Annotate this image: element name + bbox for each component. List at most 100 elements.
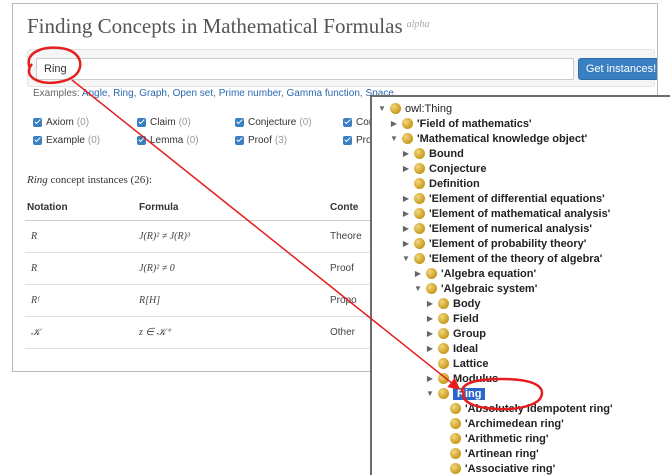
collapse-right-icon[interactable]: ▶ [426,299,434,308]
collapse-right-icon[interactable]: ▶ [402,239,410,248]
tree-node-label: Group [453,327,486,340]
tree-node[interactable]: 'Element of differential equations' [414,191,605,206]
class-icon [450,433,461,444]
checkbox-checked-icon[interactable] [343,136,352,145]
formula-cell: z ∈ 𝒦⁺ [137,316,328,349]
tree-node-label: 'Element of probability theory' [429,237,587,250]
tree-node[interactable]: 'Algebra equation' [426,266,536,281]
class-icon [414,178,425,189]
search-input[interactable] [36,58,574,80]
checkbox-checked-icon[interactable] [235,136,244,145]
filter-label: Proof [248,135,272,146]
filter-checkbox[interactable]: Conjecture (0) [235,117,312,128]
ontology-tree-popup: ▼ owl:Thing ▶ 'Field of mathematics' ▼ 'Mathe… [370,95,670,475]
collapse-right-icon[interactable]: ▶ [402,209,410,218]
tree-node[interactable]: owl:Thing [390,101,452,116]
expand-down-icon[interactable]: ▼ [426,389,434,398]
filter-checkbox[interactable]: Claim (0) [137,117,191,128]
class-icon [450,418,461,429]
collapse-right-icon[interactable]: ▶ [426,344,434,353]
tree-node[interactable]: 'Arithmetic ring' [450,431,548,446]
class-icon [438,358,449,369]
col-notation: Notation [25,196,137,221]
tree-node[interactable]: Lattice [438,356,488,371]
tree-node[interactable]: 'Element of the theory of algebra' [414,251,602,266]
tree-node[interactable]: Bound [414,146,464,161]
class-icon [414,253,425,264]
tree-node-label: Lattice [453,357,489,370]
title-row: Finding Concepts in Mathematical Formula… [27,14,429,39]
example-link[interactable]: Ring [113,88,134,99]
class-icon [438,373,449,384]
tree-node[interactable]: 'Element of numerical analysis' [414,221,592,236]
tree-node-label: owl:Thing [405,102,453,115]
expand-down-icon[interactable]: ▼ [378,104,386,113]
filter-checkbox[interactable]: Axiom (0) [33,117,89,128]
tree-node[interactable]: 'Element of mathematical analysis' [414,206,610,221]
get-instances-button[interactable]: Get instances! [578,58,657,80]
tree-node-label: Ideal [453,342,479,355]
collapse-right-icon[interactable]: ▶ [426,314,434,323]
filter-checkbox[interactable]: Proof (3) [235,135,287,146]
collapse-right-icon[interactable]: ▶ [390,119,398,128]
example-link[interactable]: Open set [173,88,214,99]
filter-checkbox[interactable]: Lemma (0) [137,135,199,146]
tree-node-label: Body [453,297,481,310]
checkbox-checked-icon[interactable] [33,118,42,127]
class-icon [426,283,437,294]
formula-cell: J(R)² ≠ J(R)³ [137,220,328,253]
filter-label: Claim [150,117,176,128]
notation-cell: 𝒦 [25,316,137,349]
tree-node-label: Conjecture [429,162,487,175]
tree-node[interactable]: 'Absolutely idempotent ring' [450,401,613,416]
checkbox-checked-icon[interactable] [33,136,42,145]
class-icon [450,403,461,414]
tree-node[interactable]: 'Artinean ring' [450,446,539,461]
expand-down-icon[interactable]: ▼ [402,254,410,263]
tree-node[interactable]: Body [438,296,481,311]
tree-node-label: 'Arithmetic ring' [465,432,549,445]
expand-down-icon[interactable]: ▼ [390,134,398,143]
class-icon [438,328,449,339]
tree-node-label: Modulus [453,372,499,385]
tree-node-label: 'Element of the theory of algebra' [429,252,603,265]
class-icon [390,103,401,114]
expand-down-icon[interactable]: ▼ [414,284,422,293]
collapse-right-icon[interactable]: ▶ [426,374,434,383]
checkbox-checked-icon[interactable] [137,136,146,145]
tree-node[interactable]: Field [438,311,479,326]
collapse-right-icon[interactable]: ▶ [426,329,434,338]
tree-node-label: 'Algebra equation' [441,267,537,280]
tree-node[interactable]: Ideal [438,341,478,356]
filter-checkbox[interactable]: Example (0) [33,135,100,146]
filter-count: (0) [299,117,312,128]
tree-node[interactable]: 'Associative ring' [450,461,555,475]
checkbox-checked-icon[interactable] [137,118,146,127]
example-link[interactable]: Graph [139,88,167,99]
tree-node[interactable]: Definition [414,176,480,191]
collapse-right-icon[interactable]: ▶ [402,194,410,203]
tree-node[interactable]: Group [438,326,486,341]
tree-node-label: 'Artinean ring' [465,447,539,460]
tree-node-selected[interactable]: Ring [438,386,486,401]
filter-count: (3) [274,135,288,146]
checkbox-checked-icon[interactable] [235,118,244,127]
class-icon [402,118,413,129]
tree-node[interactable]: 'Element of probability theory' [414,236,586,251]
tree-node[interactable]: 'Archimedean ring' [450,416,564,431]
tree-node[interactable]: Conjecture [414,161,486,176]
tree-node[interactable]: 'Algebraic system' [426,281,537,296]
collapse-right-icon[interactable]: ▶ [402,149,410,158]
collapse-right-icon[interactable]: ▶ [402,224,410,233]
example-link[interactable]: Prime number [219,88,281,99]
example-link[interactable]: Angle [82,88,108,99]
tree-node[interactable]: 'Mathematical knowledge object' [402,131,587,146]
class-icon [414,223,425,234]
instances-heading: Ring concept instances (26): [27,174,152,186]
collapse-right-icon[interactable]: ▶ [414,269,422,278]
example-link[interactable]: Gamma function [287,88,360,99]
checkbox-checked-icon[interactable] [343,118,352,127]
tree-node[interactable]: 'Field of mathematics' [402,116,532,131]
tree-node[interactable]: Modulus [438,371,498,386]
collapse-right-icon[interactable]: ▶ [402,164,410,173]
